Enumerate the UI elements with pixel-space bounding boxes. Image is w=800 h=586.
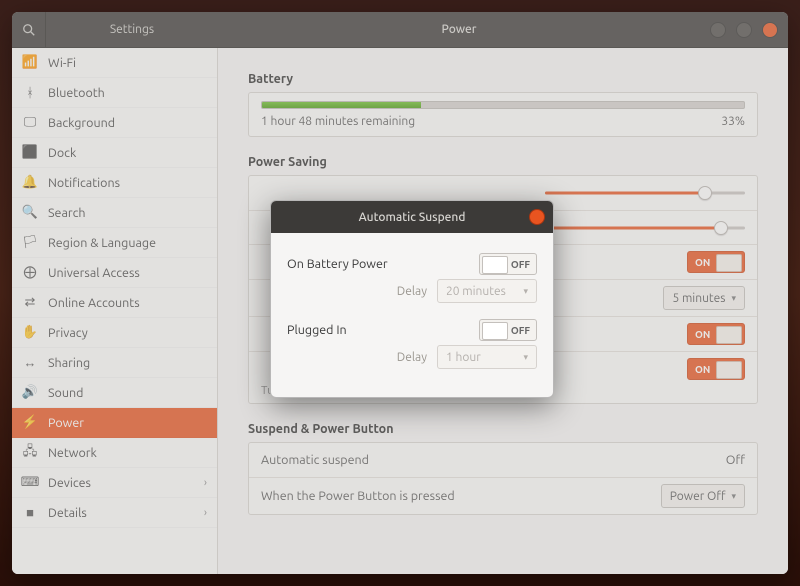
background-icon: 🖵 <box>22 115 38 130</box>
sidebar-item-label: Universal Access <box>48 266 140 280</box>
sharing-icon: ↔ <box>22 355 38 370</box>
sidebar-item-label: Region & Language <box>48 236 156 250</box>
sidebar-item-label: Sound <box>48 386 83 400</box>
battery-bar-fill <box>262 102 421 108</box>
sidebar-item-label: Bluetooth <box>48 86 105 100</box>
chevron-down-icon: ▾ <box>523 286 528 297</box>
sidebar-item-label: Dock <box>48 146 76 160</box>
battery-panel: 1 hour 48 minutes remaining 33% <box>248 92 758 137</box>
sidebar-title: Settings <box>46 23 218 36</box>
sidebar-item-details[interactable]: ■ Details › <box>12 498 217 528</box>
auto-suspend-row[interactable]: Automatic suspend Off <box>249 443 757 477</box>
sidebar-item-search[interactable]: 🔍 Search <box>12 198 217 228</box>
power-button-label: When the Power Button is pressed <box>261 489 651 503</box>
settings-window: Settings Power 📶 Wi-Fi ᚼ Bluetooth 🖵 Backgrou… <box>12 12 788 574</box>
privacy-icon: ✋ <box>22 325 38 340</box>
sidebar-item-bluetooth[interactable]: ᚼ Bluetooth <box>12 78 217 108</box>
suspend-panel: Automatic suspend Off When the Power But… <box>248 442 758 515</box>
sidebar-item-notifications[interactable]: 🔔 Notifications <box>12 168 217 198</box>
network-icon: 🖧 <box>22 442 38 464</box>
dialog-titlebar: Automatic Suspend <box>271 201 553 233</box>
search-button[interactable] <box>12 12 46 47</box>
wifi-toggle[interactable]: ON <box>687 323 745 345</box>
chevron-down-icon: ▾ <box>731 293 736 304</box>
maximize-button[interactable] <box>736 22 752 38</box>
minimize-button[interactable] <box>710 22 726 38</box>
battery-power-toggle[interactable]: OFF <box>479 253 537 275</box>
wi-fi-icon: 📶 <box>22 55 38 70</box>
dialog-title: Automatic Suspend <box>271 211 553 224</box>
power-saving-section-title: Power Saving <box>248 155 758 169</box>
sidebar-item-wi-fi[interactable]: 📶 Wi-Fi <box>12 48 217 78</box>
sidebar-item-online-accounts[interactable]: ⇄ Online Accounts <box>12 288 217 318</box>
battery-power-label: On Battery Power <box>287 257 469 271</box>
chevron-down-icon: ▾ <box>523 352 528 363</box>
plugged-delay-label: Delay <box>397 351 427 364</box>
brightness-slider[interactable] <box>545 185 745 201</box>
battery-delay-dropdown[interactable]: 20 minutes▾ <box>437 279 537 303</box>
close-button[interactable] <box>762 22 778 38</box>
sidebar: 📶 Wi-Fi ᚼ Bluetooth 🖵 Background ⬛ Dock 🔔 Notific… <box>12 48 218 574</box>
sidebar-item-label: Network <box>48 446 97 460</box>
sidebar-item-label: Devices <box>48 476 91 490</box>
dialog-close-button[interactable] <box>529 209 545 225</box>
sidebar-item-privacy[interactable]: ✋ Privacy <box>12 318 217 348</box>
sidebar-item-sharing[interactable]: ↔ Sharing <box>12 348 217 378</box>
sound-icon: 🔊 <box>22 385 38 400</box>
plugged-in-toggle[interactable]: OFF <box>479 319 537 341</box>
universal-access-icon: ⨁ <box>22 265 38 280</box>
sidebar-item-label: Sharing <box>48 356 90 370</box>
sidebar-item-label: Background <box>48 116 115 130</box>
chevron-right-icon: › <box>204 507 207 519</box>
dock-icon: ⬛ <box>22 145 38 160</box>
search-icon <box>22 23 36 37</box>
power-button-row: When the Power Button is pressed Power O… <box>249 477 757 514</box>
sidebar-item-label: Wi-Fi <box>48 56 76 70</box>
sidebar-item-label: Notifications <box>48 176 120 190</box>
sidebar-item-region-language[interactable]: 🏳 Region & Language <box>12 228 217 258</box>
sidebar-item-label: Power <box>48 416 84 430</box>
bluetooth-icon: ᚼ <box>22 86 38 100</box>
suspend-section-title: Suspend & Power Button <box>248 422 758 436</box>
auto-suspend-value: Off <box>726 453 745 467</box>
power-icon: ⚡ <box>22 415 38 430</box>
search-icon: 🔍 <box>22 205 38 220</box>
bluetooth-toggle[interactable]: ON <box>687 358 745 380</box>
titlebar: Settings Power <box>12 12 788 48</box>
sidebar-item-label: Privacy <box>48 326 88 340</box>
page-title: Power <box>218 23 700 36</box>
sidebar-item-power[interactable]: ⚡ Power <box>12 408 217 438</box>
automatic-suspend-dialog: Automatic Suspend On Battery Power OFF D… <box>270 200 554 398</box>
chevron-down-icon: ▾ <box>731 491 736 502</box>
plugged-delay-dropdown[interactable]: 1 hour▾ <box>437 345 537 369</box>
battery-bar <box>261 101 745 109</box>
region-language-icon: 🏳 <box>22 235 38 250</box>
details-icon: ■ <box>22 505 38 520</box>
power-button-dropdown[interactable]: Power Off▾ <box>661 484 745 508</box>
sidebar-item-label: Search <box>48 206 86 220</box>
sidebar-item-devices[interactable]: ⌨ Devices › <box>12 468 217 498</box>
plugged-in-label: Plugged In <box>287 323 469 337</box>
battery-percent-text: 33% <box>721 115 745 128</box>
chevron-right-icon: › <box>204 477 207 489</box>
battery-delay-label: Delay <box>397 285 427 298</box>
online-accounts-icon: ⇄ <box>22 295 38 310</box>
sidebar-item-sound[interactable]: 🔊 Sound <box>12 378 217 408</box>
dim-toggle[interactable]: ON <box>687 251 745 273</box>
notifications-icon: 🔔 <box>22 175 38 190</box>
devices-icon: ⌨ <box>22 475 38 490</box>
auto-suspend-label: Automatic suspend <box>261 453 716 467</box>
sidebar-item-label: Details <box>48 506 87 520</box>
battery-remaining-text: 1 hour 48 minutes remaining <box>261 115 415 128</box>
battery-section-title: Battery <box>248 72 758 86</box>
sidebar-item-dock[interactable]: ⬛ Dock <box>12 138 217 168</box>
sidebar-item-background[interactable]: 🖵 Background <box>12 108 217 138</box>
sidebar-item-label: Online Accounts <box>48 296 140 310</box>
keyboard-slider[interactable] <box>545 220 745 236</box>
blank-screen-dropdown[interactable]: 5 minutes▾ <box>663 286 745 310</box>
sidebar-item-universal-access[interactable]: ⨁ Universal Access <box>12 258 217 288</box>
sidebar-item-network[interactable]: 🖧 Network <box>12 438 217 468</box>
window-controls <box>700 22 788 38</box>
